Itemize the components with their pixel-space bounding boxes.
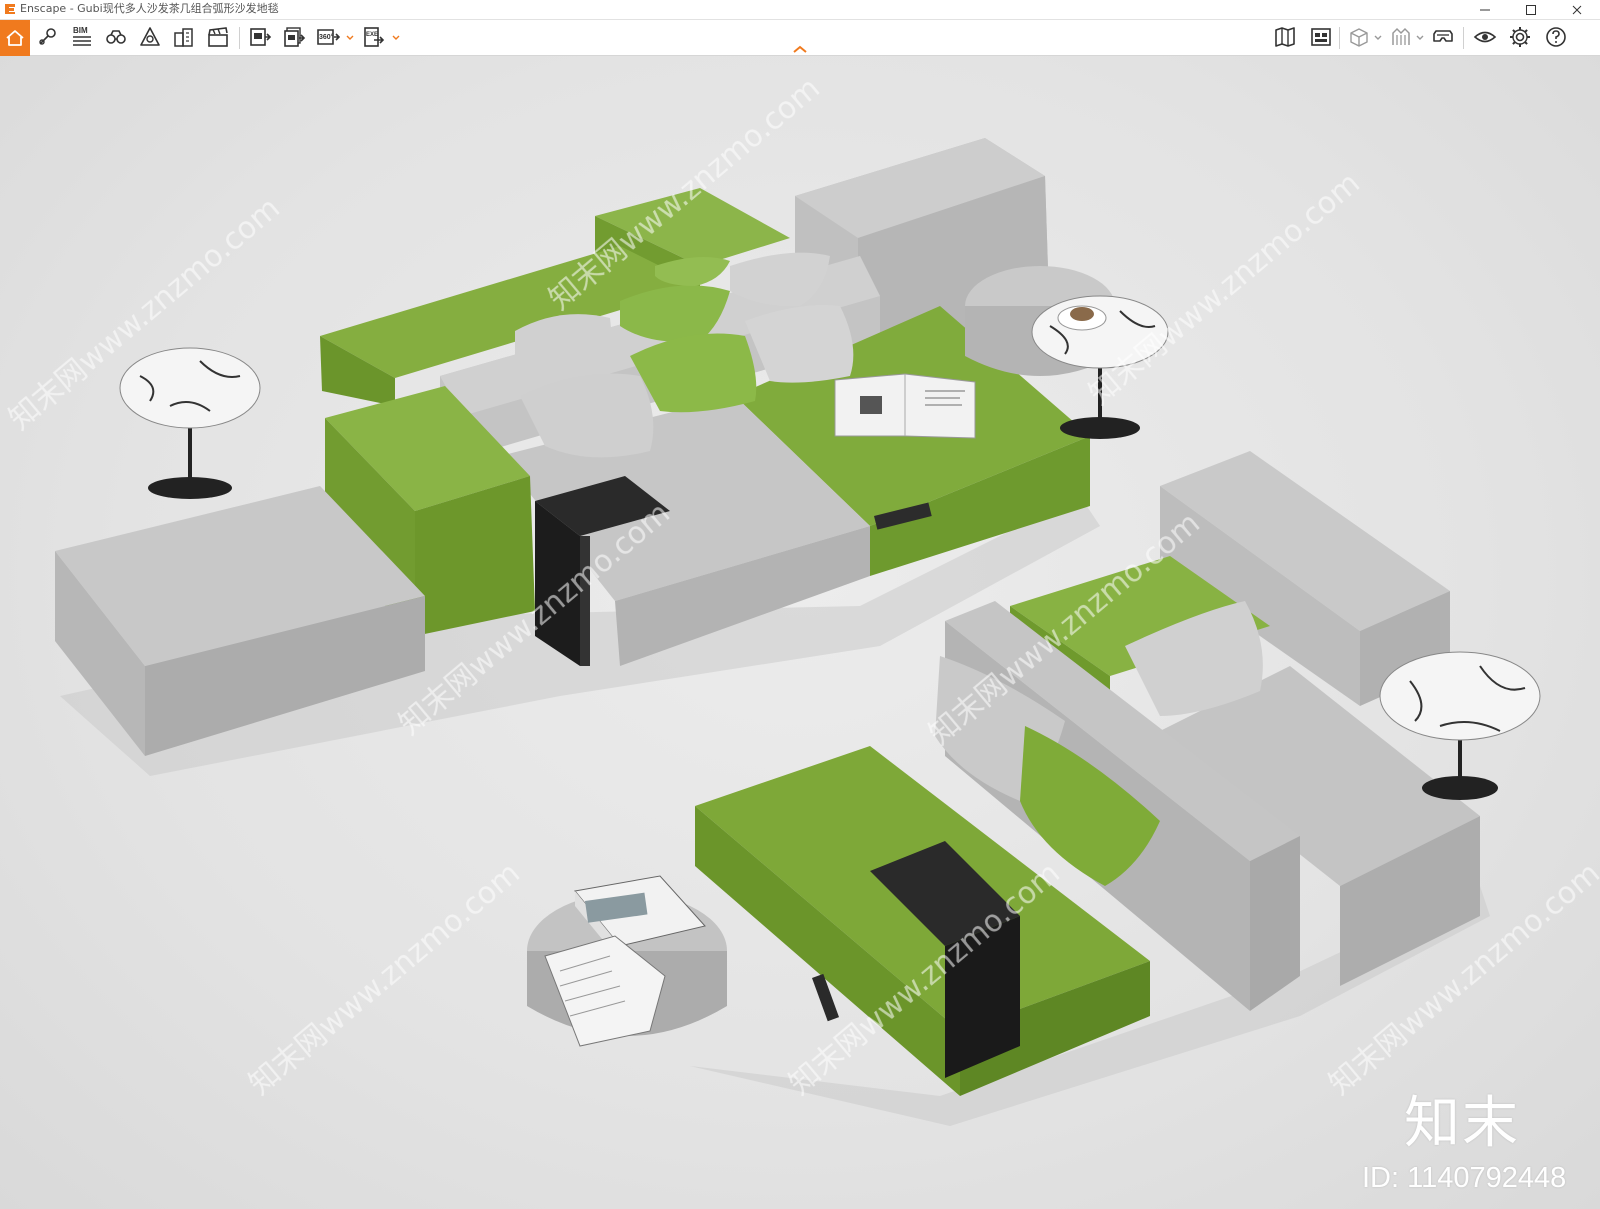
compass-button[interactable] xyxy=(134,21,166,53)
location-pin-icon xyxy=(39,28,56,45)
screenshot-button[interactable] xyxy=(244,21,276,53)
sync-icon xyxy=(1392,27,1410,45)
toolbar-separator xyxy=(1463,27,1464,49)
vr-headset-icon xyxy=(1433,30,1453,42)
watermark-text: 知末网www.znzmo.com xyxy=(243,856,527,1102)
enscape-logo-icon xyxy=(3,2,17,16)
bim-label: BIM xyxy=(73,26,88,35)
panorama-360-icon: 360° xyxy=(317,29,340,45)
visual-settings-button[interactable] xyxy=(1469,21,1501,53)
title-bar: Enscape - Gubi现代多人沙发茶几组合弧形沙发地毯 xyxy=(0,0,1600,20)
home-button[interactable] xyxy=(0,20,30,56)
panorama-button[interactable]: 360° xyxy=(312,21,344,53)
minimize-button[interactable] xyxy=(1462,0,1508,20)
chevron-down-icon[interactable] xyxy=(392,35,400,41)
watermark-text: 知末网www.znzmo.com xyxy=(1083,166,1367,412)
watermark-logo: 知末 xyxy=(1404,1091,1520,1156)
chevron-down-icon[interactable] xyxy=(1374,35,1382,41)
chevron-up-icon xyxy=(793,45,807,53)
render-viewport[interactable]: 知末网www.znzmo.com 知末网www.znzmo.com 知末网www… xyxy=(0,56,1600,1209)
batch-render-button[interactable] xyxy=(278,21,310,53)
settings-icon xyxy=(1510,27,1530,47)
help-button[interactable] xyxy=(1540,21,1572,53)
toolbar: BIM 360° EXE xyxy=(0,20,1600,56)
chevron-down-icon[interactable] xyxy=(1416,35,1424,41)
binoculars-icon xyxy=(106,30,126,44)
exe-label: EXE xyxy=(366,32,378,38)
map-button[interactable] xyxy=(1269,21,1301,53)
collapse-toolbar-button[interactable] xyxy=(790,42,810,54)
view-cube-button[interactable] xyxy=(1343,21,1375,53)
window-title: Enscape - Gubi现代多人沙发茶几组合弧形沙发地毯 xyxy=(20,2,279,15)
clapperboard-icon xyxy=(208,27,228,47)
panorama-label: 360° xyxy=(319,33,334,41)
location-button[interactable] xyxy=(32,21,64,53)
visual-settings-icon xyxy=(1473,31,1497,43)
export-image-icon xyxy=(250,28,272,46)
export-exe-button[interactable]: EXE xyxy=(358,21,390,53)
home-icon xyxy=(6,30,24,46)
sofa-scene-render: 知末网www.znzmo.com 知末网www.znzmo.com 知末网www… xyxy=(3,71,1600,1126)
sync-button[interactable] xyxy=(1385,21,1417,53)
toolbar-separator xyxy=(239,27,240,49)
toolbar-separator xyxy=(1339,27,1340,49)
chevron-down-icon[interactable] xyxy=(346,35,354,41)
buildings-icon xyxy=(174,28,193,47)
settings-button[interactable] xyxy=(1504,21,1536,53)
bim-button[interactable]: BIM xyxy=(66,21,98,53)
help-icon xyxy=(1546,27,1566,47)
view-cube-icon xyxy=(1350,28,1368,47)
buildings-button[interactable] xyxy=(168,21,200,53)
walk-mode-button[interactable] xyxy=(100,21,132,53)
map-icon xyxy=(1275,27,1295,47)
close-button[interactable] xyxy=(1554,0,1600,20)
asset-library-icon xyxy=(1311,28,1331,46)
compass-icon xyxy=(140,27,160,46)
vr-headset-button[interactable] xyxy=(1427,21,1459,53)
video-editor-button[interactable] xyxy=(202,21,234,53)
maximize-button[interactable] xyxy=(1508,0,1554,20)
asset-library-button[interactable] xyxy=(1305,21,1337,53)
batch-export-icon xyxy=(284,27,306,47)
watermark-id: ID: 1140792448 xyxy=(1362,1162,1567,1194)
bim-icon: BIM xyxy=(73,26,91,46)
export-exe-icon: EXE xyxy=(364,27,385,47)
